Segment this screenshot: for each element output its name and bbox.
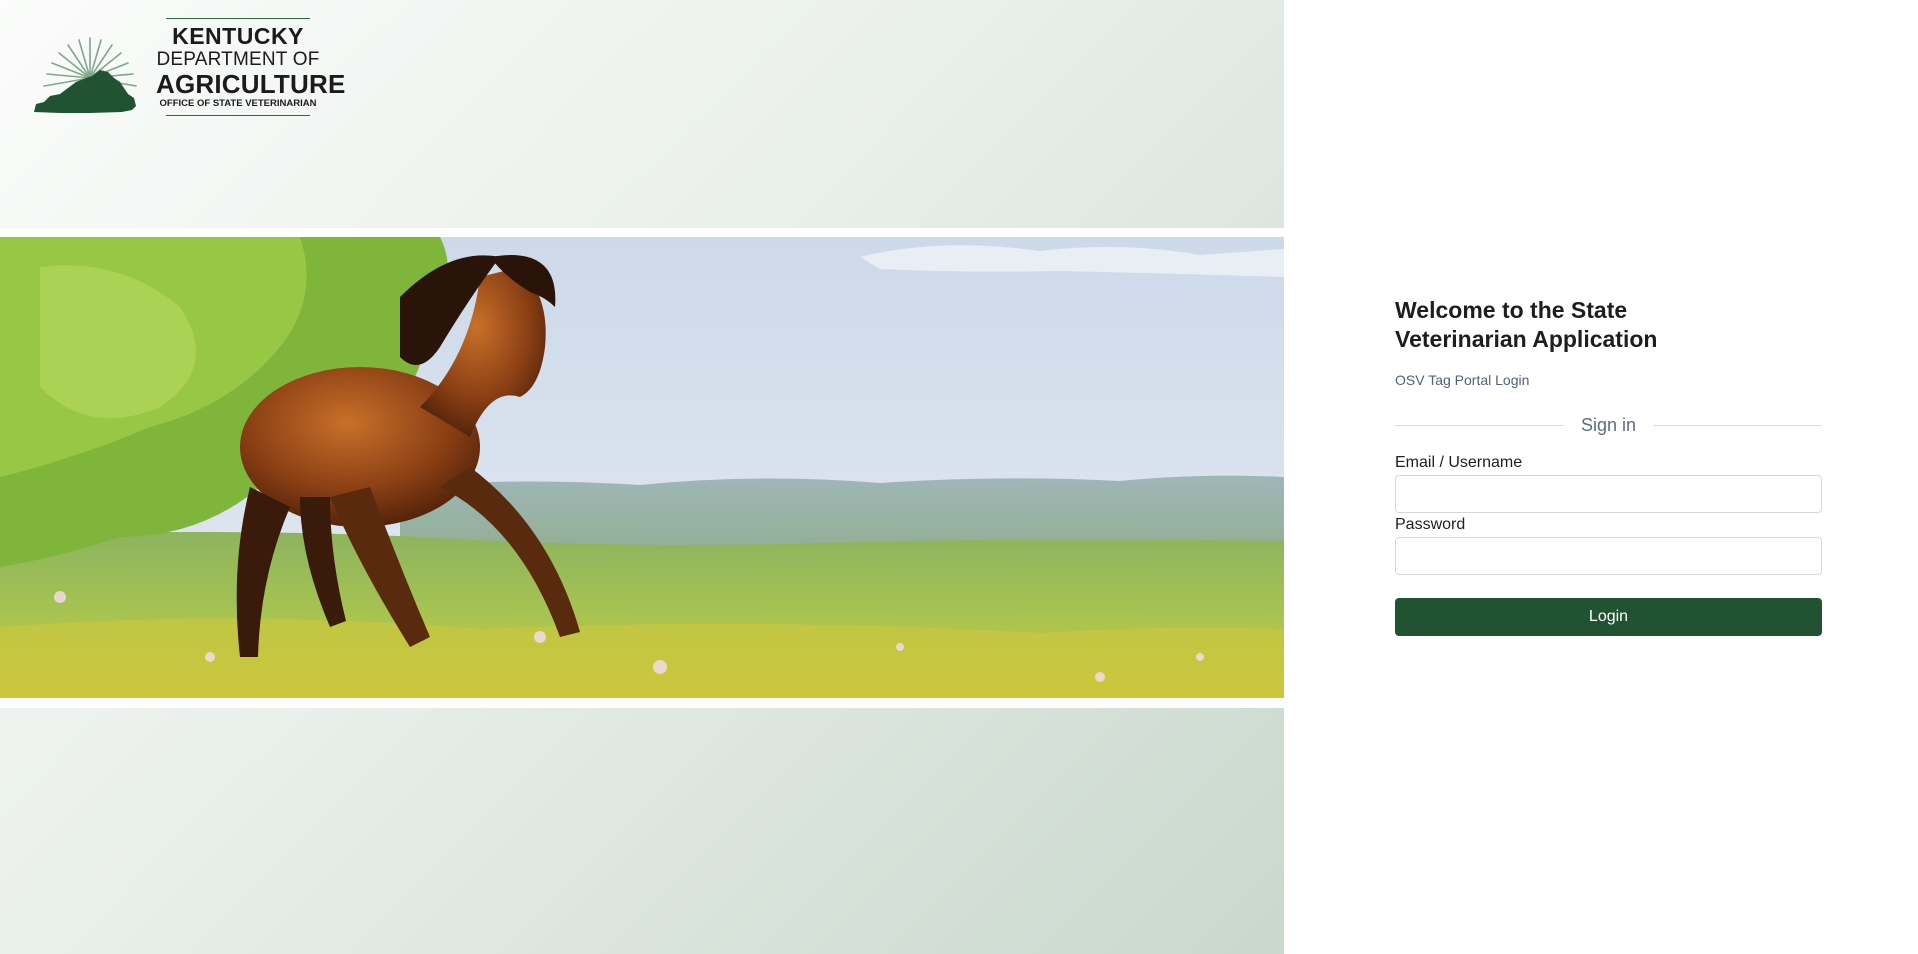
password-field[interactable] [1395, 537, 1822, 575]
email-label: Email / Username [1395, 454, 1523, 471]
hero-banner [0, 228, 1284, 708]
horse-photo [0, 237, 1284, 698]
kda-logo: KENTUCKY DEPARTMENT OF AGRICULTURE OFFIC… [30, 18, 346, 118]
password-label: Password [1395, 516, 1466, 533]
divider-line-left [1395, 424, 1564, 426]
branding-panel: KENTUCKY DEPARTMENT OF AGRICULTURE OFFIC… [0, 0, 1284, 954]
kentucky-sunburst-icon [34, 37, 137, 113]
login-button[interactable]: Login [1395, 598, 1822, 636]
logo-office: OFFICE OF STATE VETERINARIAN [159, 98, 317, 109]
logo-agriculture: AGRICULTURE [156, 69, 346, 99]
sign-in-divider: Sign in [1395, 414, 1823, 436]
email-field[interactable] [1395, 475, 1822, 513]
logo-wordmark: KENTUCKY DEPARTMENT OF AGRICULTURE OFFIC… [156, 18, 346, 118]
page-title: Welcome to the State Veterinarian Applic… [1395, 297, 1658, 352]
login-panel: Welcome to the State Veterinarian Applic… [1284, 0, 1918, 954]
sign-in-label: Sign in [1580, 414, 1637, 435]
divider-line-right [1653, 424, 1823, 426]
login-page: KENTUCKY DEPARTMENT OF AGRICULTURE OFFIC… [0, 0, 1918, 954]
logo-kentucky: KENTUCKY [172, 23, 304, 49]
portal-subtitle: OSV Tag Portal Login [1395, 372, 1530, 388]
login-form: Welcome to the State Veterinarian Applic… [1395, 296, 1823, 636]
logo-department-of: DEPARTMENT OF [156, 49, 320, 70]
